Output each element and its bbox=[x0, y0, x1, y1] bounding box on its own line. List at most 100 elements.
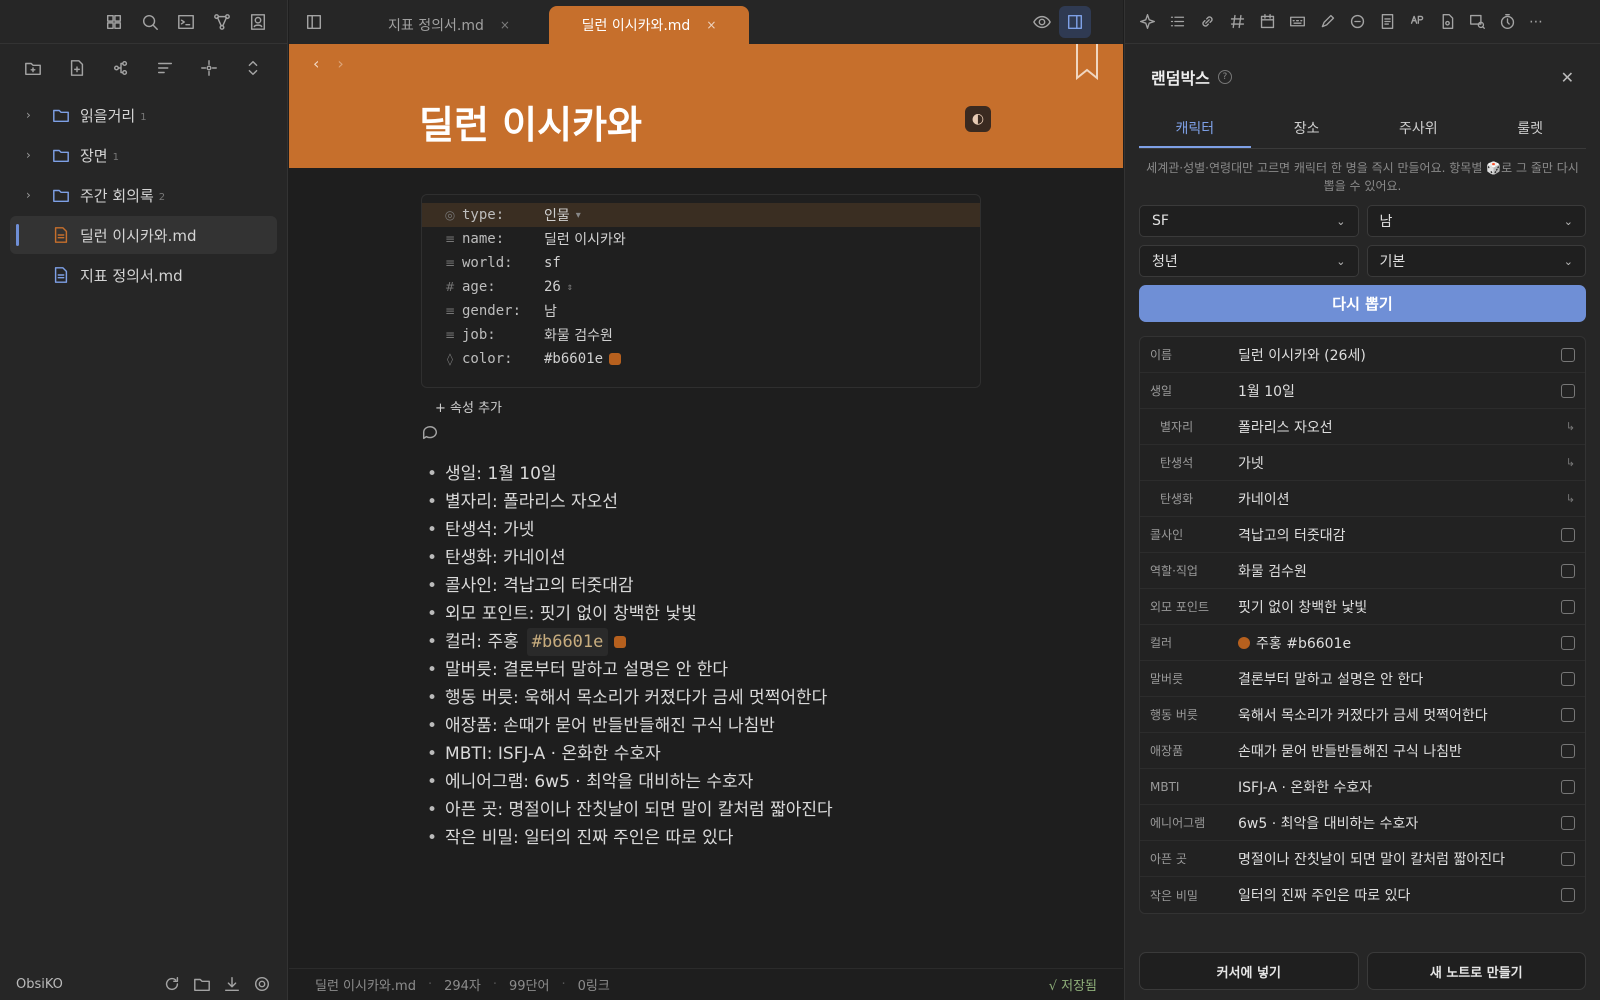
download-icon[interactable] bbox=[223, 975, 241, 993]
gender-select[interactable]: 남 ⌄ bbox=[1366, 205, 1586, 237]
list-item[interactable]: 말버릇: 결론부터 말하고 설명은 안 한다 bbox=[427, 656, 833, 684]
keyboard-icon[interactable] bbox=[1289, 13, 1306, 30]
new-folder-icon[interactable] bbox=[24, 59, 42, 77]
image-search-icon[interactable] bbox=[1469, 13, 1486, 30]
list-item[interactable]: 에니어그램: 6w5 · 최악을 대비하는 수호자 bbox=[427, 768, 833, 796]
style-select[interactable]: 기본 ⌄ bbox=[1366, 245, 1586, 277]
prop-value[interactable]: 남 bbox=[544, 301, 557, 321]
prop-job[interactable]: ≡ job: 화물 검수원 bbox=[422, 323, 980, 347]
help-icon[interactable]: ? bbox=[1217, 70, 1232, 84]
sort-icon[interactable] bbox=[156, 59, 174, 77]
chevron-right-icon[interactable]: › bbox=[26, 108, 46, 122]
document-icon[interactable] bbox=[1379, 13, 1396, 30]
dice-reroll-icon[interactable] bbox=[1561, 599, 1575, 614]
list-item[interactable]: 애장품: 손때가 묻어 반들반들해진 구식 나침반 bbox=[427, 712, 833, 740]
prop-value[interactable]: 인물 bbox=[544, 205, 570, 225]
palette-icon[interactable]: ◐ bbox=[965, 106, 991, 132]
link-icon[interactable] bbox=[1199, 13, 1216, 30]
insert-at-cursor-button[interactable]: 커서에 넣기 bbox=[1139, 952, 1359, 990]
hash-icon[interactable] bbox=[1229, 13, 1246, 30]
tree-folder-reading[interactable]: › 읽을거리 1 bbox=[10, 96, 277, 134]
list-item-color[interactable]: 컬러: 주홍 #b6601e bbox=[427, 628, 833, 656]
terminal-icon[interactable] bbox=[177, 13, 195, 31]
dice-reroll-icon[interactable] bbox=[1561, 743, 1575, 758]
search-icon[interactable] bbox=[141, 13, 159, 31]
age-select[interactable]: 청년 ⌄ bbox=[1139, 245, 1359, 277]
new-note-icon[interactable] bbox=[68, 59, 86, 77]
list-item[interactable]: 외모 포인트: 핏기 없이 창백한 낯빛 bbox=[427, 600, 833, 628]
dice-reroll-icon[interactable] bbox=[1561, 383, 1575, 398]
chevron-down-icon[interactable]: ▾ bbox=[576, 210, 581, 221]
collapse-all-icon[interactable] bbox=[244, 59, 262, 77]
prop-name[interactable]: ≡ name: 딜런 이시카와 bbox=[422, 227, 980, 251]
dice-reroll-icon[interactable] bbox=[1561, 888, 1575, 902]
right-sidebar-toggle-icon[interactable] bbox=[1059, 6, 1091, 38]
prop-world[interactable]: ≡ world: sf bbox=[422, 251, 980, 275]
prop-color[interactable]: ◊ color: #b6601e bbox=[422, 347, 980, 371]
profile-icon[interactable] bbox=[249, 13, 267, 31]
list-item[interactable]: 아픈 곳: 명절이나 잔칫날이 되면 말이 칼처럼 짧아진다 bbox=[427, 796, 833, 824]
tab-dylan[interactable]: 딜런 이시카와.md × bbox=[549, 6, 749, 44]
list-icon[interactable] bbox=[1169, 13, 1186, 30]
more-icon[interactable]: ⋯ bbox=[1529, 14, 1543, 30]
pen-icon[interactable] bbox=[1319, 13, 1336, 30]
sidebar-toggle-icon[interactable] bbox=[305, 13, 323, 31]
dice-reroll-icon[interactable] bbox=[1561, 527, 1575, 542]
prop-value[interactable]: sf bbox=[544, 255, 561, 271]
close-icon[interactable]: ✕ bbox=[1561, 68, 1574, 87]
create-note-button[interactable]: 새 노트로 만들기 bbox=[1366, 952, 1586, 990]
prop-gender[interactable]: ≡ gender: 남 bbox=[422, 299, 980, 323]
tab-dice[interactable]: 주사위 bbox=[1363, 110, 1475, 148]
prop-value[interactable]: 26 bbox=[544, 279, 561, 295]
grid-icon[interactable] bbox=[105, 13, 123, 31]
sync-icon[interactable] bbox=[163, 975, 181, 993]
dice-reroll-icon[interactable] bbox=[1561, 635, 1575, 650]
chevron-right-icon[interactable]: › bbox=[26, 148, 46, 162]
tree-file-metrics[interactable]: 지표 정의서.md bbox=[10, 256, 277, 294]
tab-metrics[interactable]: 지표 정의서.md × bbox=[349, 6, 549, 44]
prop-type[interactable]: ◎ type: 인물 ▾ bbox=[422, 203, 980, 227]
close-icon[interactable]: × bbox=[706, 18, 716, 32]
chat-icon[interactable] bbox=[1349, 13, 1366, 30]
prop-value[interactable]: 딜런 이시카와 bbox=[544, 229, 626, 249]
list-item[interactable]: 생일: 1월 10일 bbox=[427, 460, 833, 488]
reroll-button[interactable]: 다시 뽑기 bbox=[1139, 285, 1586, 322]
prop-value[interactable]: 화물 검수원 bbox=[544, 325, 613, 345]
add-property-button[interactable]: + 속성 추가 bbox=[421, 392, 516, 420]
color-swatch[interactable] bbox=[609, 353, 622, 365]
tree-file-dylan[interactable]: 딜런 이시카와.md bbox=[10, 216, 277, 254]
dice-reroll-icon[interactable] bbox=[1561, 779, 1575, 794]
prop-age[interactable]: # age: 26 ⇕ bbox=[422, 275, 980, 299]
tree-folder-scenes[interactable]: › 장면 1 bbox=[10, 136, 277, 174]
back-icon[interactable]: ‹ bbox=[313, 54, 319, 73]
graph-icon[interactable] bbox=[213, 13, 231, 31]
bookmark-icon[interactable] bbox=[1075, 44, 1099, 84]
dice-reroll-icon[interactable] bbox=[1561, 671, 1575, 686]
dice-reroll-icon[interactable] bbox=[1561, 851, 1575, 866]
reveal-file-icon[interactable] bbox=[200, 59, 218, 77]
note-title[interactable]: 딜런 이시카와 bbox=[419, 94, 642, 149]
chevron-right-icon[interactable]: › bbox=[26, 188, 46, 202]
list-item[interactable]: MBTI: ISFJ-A · 온화한 수호자 bbox=[427, 740, 833, 768]
tab-roulette[interactable]: 룰렛 bbox=[1474, 110, 1586, 148]
dice-reroll-icon[interactable] bbox=[1561, 347, 1575, 362]
folder-icon[interactable] bbox=[193, 975, 211, 993]
list-item[interactable]: 콜사인: 격납고의 터줏대감 bbox=[427, 572, 833, 600]
list-item[interactable]: 탄생석: 가넷 bbox=[427, 516, 833, 544]
dice-reroll-icon[interactable] bbox=[1561, 815, 1575, 830]
gear-icon[interactable] bbox=[253, 975, 271, 993]
close-icon[interactable]: × bbox=[500, 18, 510, 32]
dice-reroll-icon[interactable] bbox=[1561, 563, 1575, 578]
forward-icon[interactable]: › bbox=[337, 54, 343, 73]
eye-icon[interactable] bbox=[1033, 13, 1051, 31]
vault-name[interactable]: ObsiKO bbox=[16, 977, 63, 992]
calendar-icon[interactable] bbox=[1259, 13, 1276, 30]
tree-folder-weekly[interactable]: › 주간 회의록 2 bbox=[10, 176, 277, 214]
stepper-icon[interactable]: ⇕ bbox=[567, 282, 573, 293]
tab-character[interactable]: 캐릭터 bbox=[1139, 110, 1251, 148]
list-item[interactable]: 탄생화: 카네이션 bbox=[427, 544, 833, 572]
comment-icon[interactable] bbox=[421, 424, 439, 442]
sparkle-icon[interactable] bbox=[1139, 13, 1156, 30]
list-item[interactable]: 작은 비밀: 일터의 진짜 주인은 따로 있다 bbox=[427, 824, 833, 852]
world-select[interactable]: SF ⌄ bbox=[1139, 205, 1359, 237]
